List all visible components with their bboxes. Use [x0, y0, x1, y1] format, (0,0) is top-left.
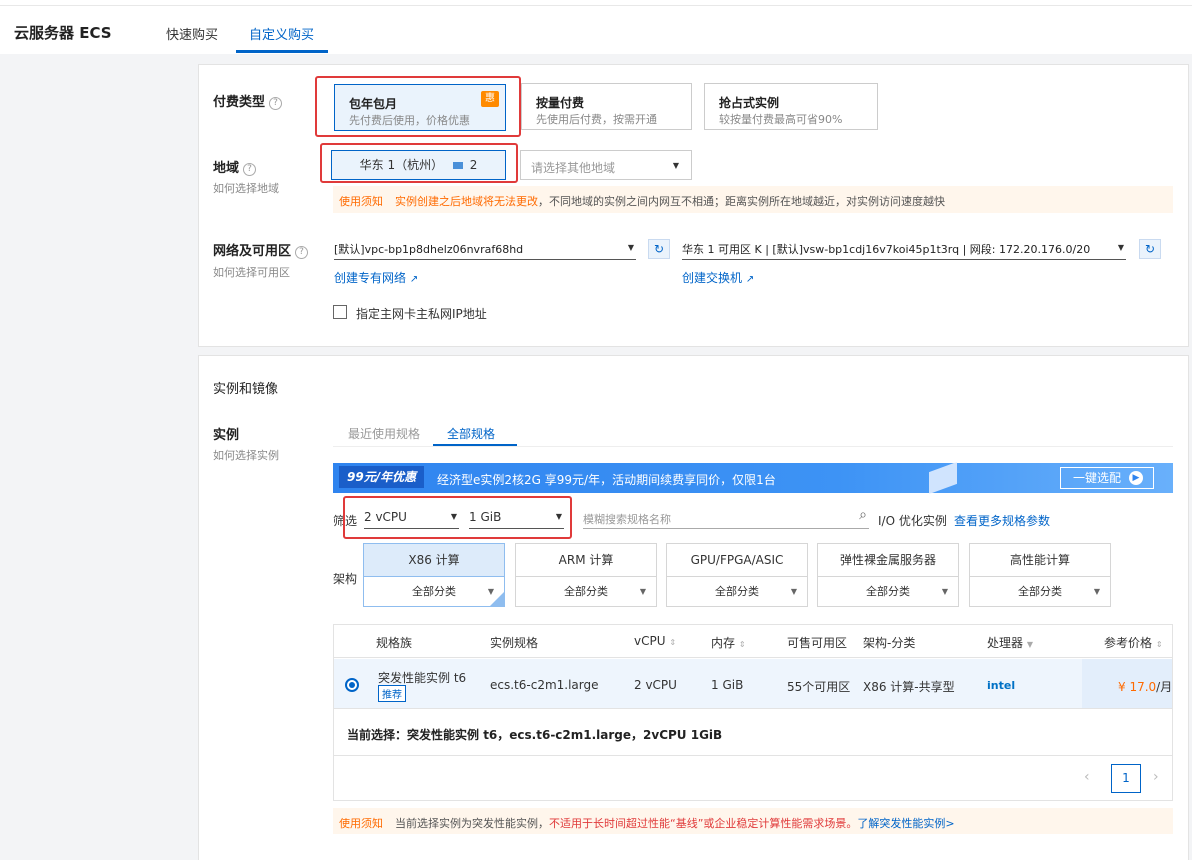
row-radio[interactable]	[345, 678, 359, 692]
filter-icon: ▼	[1026, 640, 1033, 649]
instance-help-link[interactable]: 如何选择实例	[213, 447, 279, 463]
arch-bare-metal-category-select[interactable]: 全部分类	[818, 578, 958, 606]
arch-x86-category-select[interactable]: 全部分类	[364, 578, 504, 606]
section-title: 实例和镜像	[213, 382, 279, 397]
cube-illustration	[929, 461, 957, 495]
tab-quick-buy[interactable]: 快速购买	[166, 24, 218, 43]
region-notice: 使用须知 实例创建之后地域将无法更改，不同地域的实例之间内网互不相通；距离实例所…	[333, 186, 1173, 213]
page-1-button[interactable]: 1	[1111, 764, 1141, 793]
arch-arm[interactable]: ARM 计算 全部分类 ▼	[515, 543, 657, 607]
search-icon[interactable]: ⌕	[859, 507, 867, 523]
col-processor[interactable]: 处理器 ▼	[987, 634, 1033, 651]
highlight-box	[315, 76, 521, 137]
col-price[interactable]: 参考价格 ⇕	[1104, 634, 1163, 651]
external-link-icon: ↗	[409, 274, 419, 285]
arrow-right-icon: ▶	[1129, 471, 1143, 485]
one-click-config-button[interactable]: 一键选配 ▶	[1060, 467, 1154, 489]
chevron-down-icon: ▼	[790, 587, 797, 596]
highlight-box	[343, 496, 572, 539]
vswitch-select[interactable]: 华东 1 可用区 K | [默认]vsw-bp1cdj16v7koi45p1t3…	[682, 238, 1126, 260]
spec-search-input[interactable]: 模糊搜索规格名称 ⌕	[583, 507, 869, 529]
refresh-vswitch-icon[interactable]: ↻	[1139, 239, 1161, 259]
tab-all-specs[interactable]: 全部规格	[447, 425, 495, 442]
arch-gpu-category-select[interactable]: 全部分类	[667, 578, 807, 606]
prev-page-icon[interactable]: ‹	[1084, 769, 1090, 785]
refresh-vpc-icon[interactable]: ↻	[648, 239, 670, 259]
arch-label: 架构	[333, 572, 358, 586]
sort-icon: ⇕	[669, 638, 677, 647]
col-arch: 架构-分类	[863, 636, 916, 650]
arch-arm-category-select[interactable]: 全部分类	[516, 578, 656, 606]
col-spec: 实例规格	[490, 636, 539, 650]
table-header	[334, 625, 1172, 658]
create-vswitch-link[interactable]: 创建交换机 ↗	[682, 269, 754, 286]
col-vcpu[interactable]: vCPU ⇕	[634, 634, 676, 648]
help-icon[interactable]: ?	[243, 163, 257, 176]
chevron-down-icon: ▼	[1117, 243, 1124, 252]
divider	[334, 755, 1172, 756]
billing-label: 付费类型?	[213, 91, 283, 110]
arch-gpu[interactable]: GPU/FPGA/ASIC 全部分类 ▼	[666, 543, 808, 607]
io-optimized-label: I/O 优化实例	[878, 514, 947, 528]
tab-divider	[333, 446, 1173, 447]
chevron-down-icon: ▼	[1093, 587, 1100, 596]
col-family: 规格族	[376, 636, 413, 650]
other-region-select[interactable]: 请选择其他地域 ▼	[520, 150, 692, 180]
network-help-link[interactable]: 如何选择可用区	[213, 264, 290, 280]
tab-custom-buy[interactable]: 自定义购买	[249, 24, 314, 43]
row-price: ¥ 17.0/月	[1118, 680, 1173, 694]
current-selection: 当前选择：突发性能实例 t6，ecs.t6-c2m1.large，2vCPU 1…	[347, 728, 723, 742]
recommend-badge: 推荐	[378, 685, 406, 702]
row-zones: 55个可用区	[787, 680, 851, 694]
region-help-link[interactable]: 如何选择地域	[213, 180, 279, 196]
tab-active-indicator	[236, 50, 328, 53]
chevron-down-icon: ▼	[639, 587, 646, 596]
highlight-box	[320, 143, 518, 183]
sort-icon: ⇕	[738, 640, 746, 649]
help-icon[interactable]: ?	[295, 246, 309, 259]
promo-tag: 99元/年优惠	[339, 466, 425, 488]
col-zones: 可售可用区	[787, 636, 848, 650]
network-label: 网络及可用区?	[213, 240, 309, 259]
more-specs-link[interactable]: 查看更多规格参数	[954, 512, 1050, 529]
row-memory: 1 GiB	[711, 678, 744, 692]
row-spec: ecs.t6-c2m1.large	[490, 678, 599, 692]
chevron-down-icon: ▼	[627, 243, 634, 252]
vpc-select[interactable]: [默认]vpc-bp1p8dhelz06nvraf68hd ▼	[334, 238, 636, 260]
chevron-down-icon: ▼	[672, 161, 679, 170]
sort-icon: ⇕	[1155, 640, 1163, 649]
private-ip-checkbox[interactable]	[333, 305, 347, 319]
arch-hpc-category-select[interactable]: 全部分类	[970, 578, 1110, 606]
billing-pay-as-you-go-option[interactable]: 按量付费 先使用后付费，按需开通	[521, 83, 692, 130]
region-label: 地域?	[213, 157, 257, 176]
tab-recent-specs[interactable]: 最近使用规格	[348, 425, 420, 442]
app-title: 云服务器 ECS	[14, 24, 112, 42]
selected-corner-icon	[490, 592, 504, 606]
help-icon[interactable]: ?	[269, 97, 283, 110]
row-arch: X86 计算-共享型	[863, 680, 955, 694]
external-link-icon: ↗	[745, 274, 755, 285]
learn-burstable-link[interactable]: 了解突发性能实例>	[857, 817, 954, 830]
row-family: 突发性能实例 t6	[378, 671, 467, 685]
arch-x86[interactable]: X86 计算 全部分类 ▼	[363, 543, 505, 607]
chevron-down-icon: ▼	[941, 587, 948, 596]
col-memory[interactable]: 内存 ⇕	[711, 634, 746, 651]
arch-hpc[interactable]: 高性能计算 全部分类 ▼	[969, 543, 1111, 607]
private-ip-checkbox-label: 指定主网卡主私网IP地址	[356, 307, 487, 321]
intel-logo-icon: intel	[987, 679, 1016, 692]
billing-spot-option[interactable]: 抢占式实例 较按量付费最高可省90%	[704, 83, 878, 130]
instance-notice: 使用须知 当前选择实例为突发性能实例，不适用于长时间超过性能“基线”或企业稳定计…	[333, 808, 1173, 834]
next-page-icon[interactable]: ›	[1153, 769, 1159, 785]
arch-bare-metal[interactable]: 弹性裸金属服务器 全部分类 ▼	[817, 543, 959, 607]
promo-banner[interactable]: 99元/年优惠 经济型e实例2核2G 享99元/年，活动期间续费享同价，仅限1台…	[333, 461, 1173, 495]
create-vpc-link[interactable]: 创建专有网络 ↗	[334, 269, 418, 286]
row-vcpu: 2 vCPU	[634, 678, 677, 692]
instance-label: 实例	[213, 428, 240, 443]
